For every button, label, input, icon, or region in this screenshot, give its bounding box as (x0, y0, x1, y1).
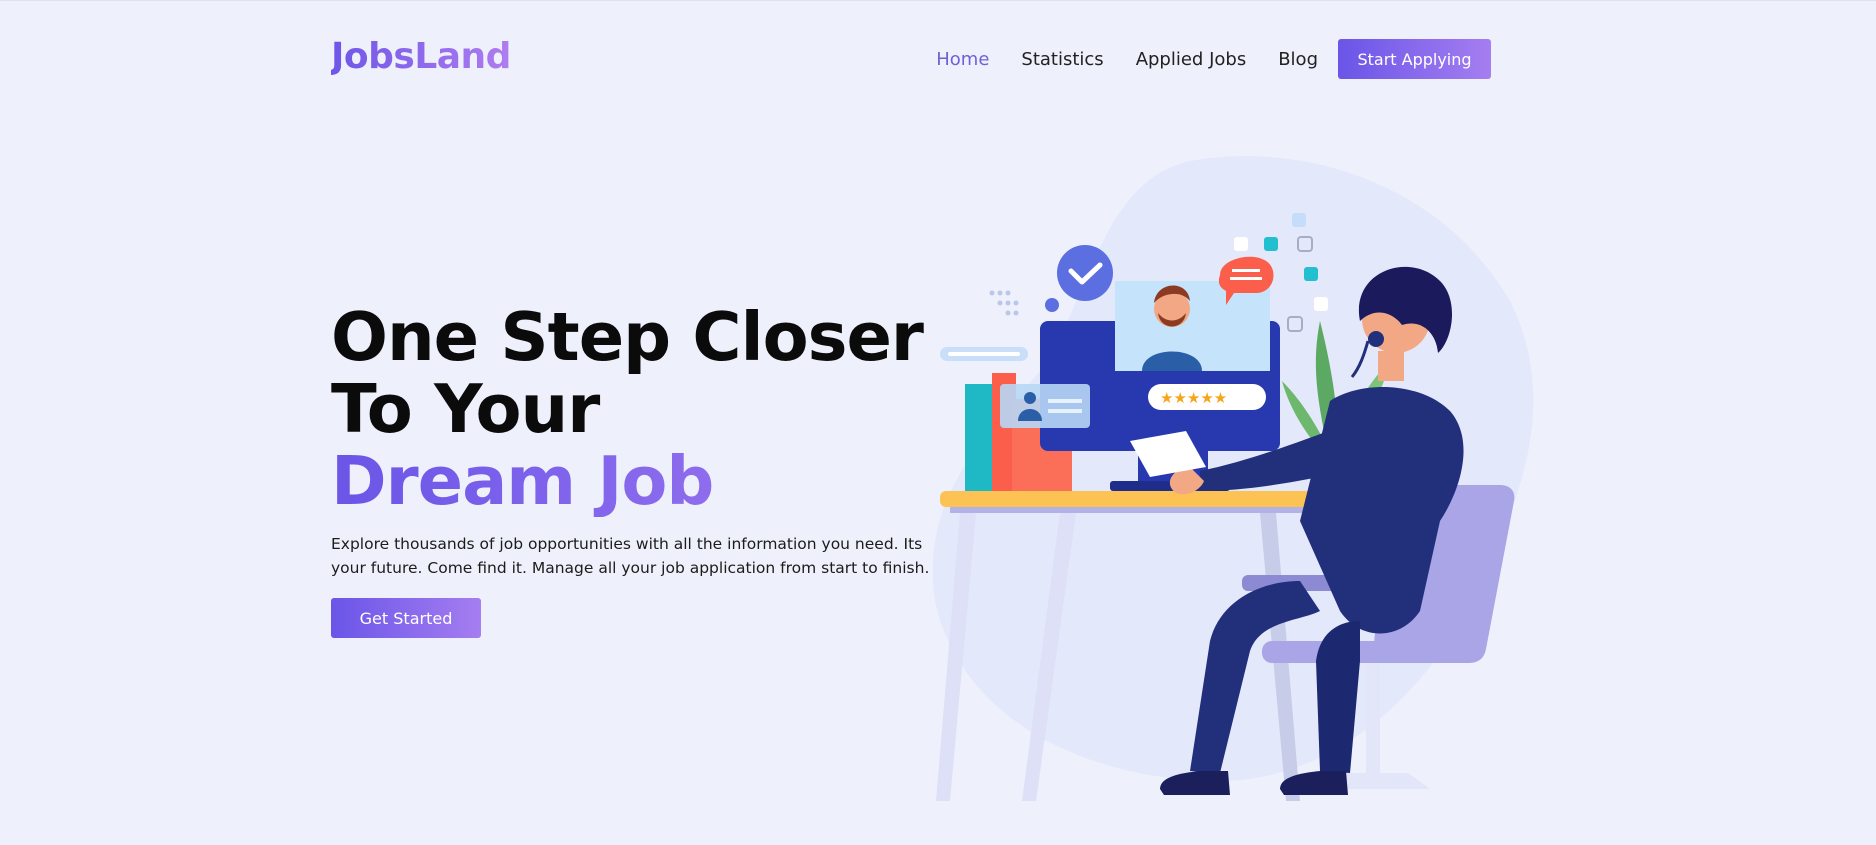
desk-top (940, 491, 1350, 507)
folder (965, 384, 995, 491)
chat-line (1230, 277, 1262, 280)
logo[interactable]: JobsLand (331, 36, 511, 77)
deco-dot (997, 290, 1003, 296)
deco-square (1292, 213, 1306, 227)
man-neck (1378, 351, 1404, 381)
nav-links: Home Statistics Applied Jobs Blog Start … (904, 38, 1491, 80)
headset-earpiece (1368, 331, 1384, 347)
deco-square (1304, 267, 1318, 281)
profile-line (1048, 409, 1082, 413)
nav-link-blog[interactable]: Blog (1278, 49, 1318, 70)
headline-accent: Dream Job (331, 445, 951, 517)
hero-section: One Step Closer To Your Dream Job Explor… (331, 301, 951, 638)
check-bubble (1057, 245, 1113, 301)
profile-line (1048, 399, 1082, 403)
man-leg (1316, 621, 1360, 773)
job-interview-illustration: ★★★★★ (932, 156, 1534, 801)
chair-seat (1262, 641, 1472, 663)
deco-square (1314, 297, 1328, 311)
navbar: JobsLand Home Statistics Applied Jobs Bl… (331, 36, 1491, 80)
deco-dot (1005, 290, 1011, 296)
headline-line-2: To Your (331, 370, 600, 448)
start-applying-button[interactable]: Start Applying (1338, 39, 1491, 79)
deco-bar-inner (948, 352, 1020, 356)
profile-avatar (1024, 392, 1036, 404)
nav-link-home[interactable]: Home (936, 49, 989, 70)
deco-dot (1013, 300, 1019, 306)
deco-dot (1013, 310, 1019, 316)
deco-square (1234, 237, 1248, 251)
deco-square (1264, 237, 1278, 251)
deco-dot (989, 290, 995, 296)
hero-description: Explore thousands of job opportunities w… (331, 535, 930, 577)
get-started-button[interactable]: Get Started (331, 598, 481, 638)
profile-card (1000, 384, 1090, 428)
hero-illustration: ★★★★★ (920, 141, 1540, 821)
check-bubble-dot (1045, 298, 1059, 312)
desk-edge (950, 507, 1345, 513)
nav-link-applied-jobs[interactable]: Applied Jobs (1136, 49, 1247, 70)
headline-line-1: One Step Closer (331, 298, 924, 376)
chat-line (1232, 269, 1260, 272)
chair-post (1366, 663, 1380, 773)
deco-dot (1005, 300, 1011, 306)
hero-headline: One Step Closer To Your Dream Job (331, 301, 951, 517)
deco-dot (997, 300, 1003, 306)
nav-link-statistics[interactable]: Statistics (1021, 49, 1103, 70)
deco-dot (1005, 310, 1011, 316)
rating-stars: ★★★★★ (1160, 389, 1227, 407)
